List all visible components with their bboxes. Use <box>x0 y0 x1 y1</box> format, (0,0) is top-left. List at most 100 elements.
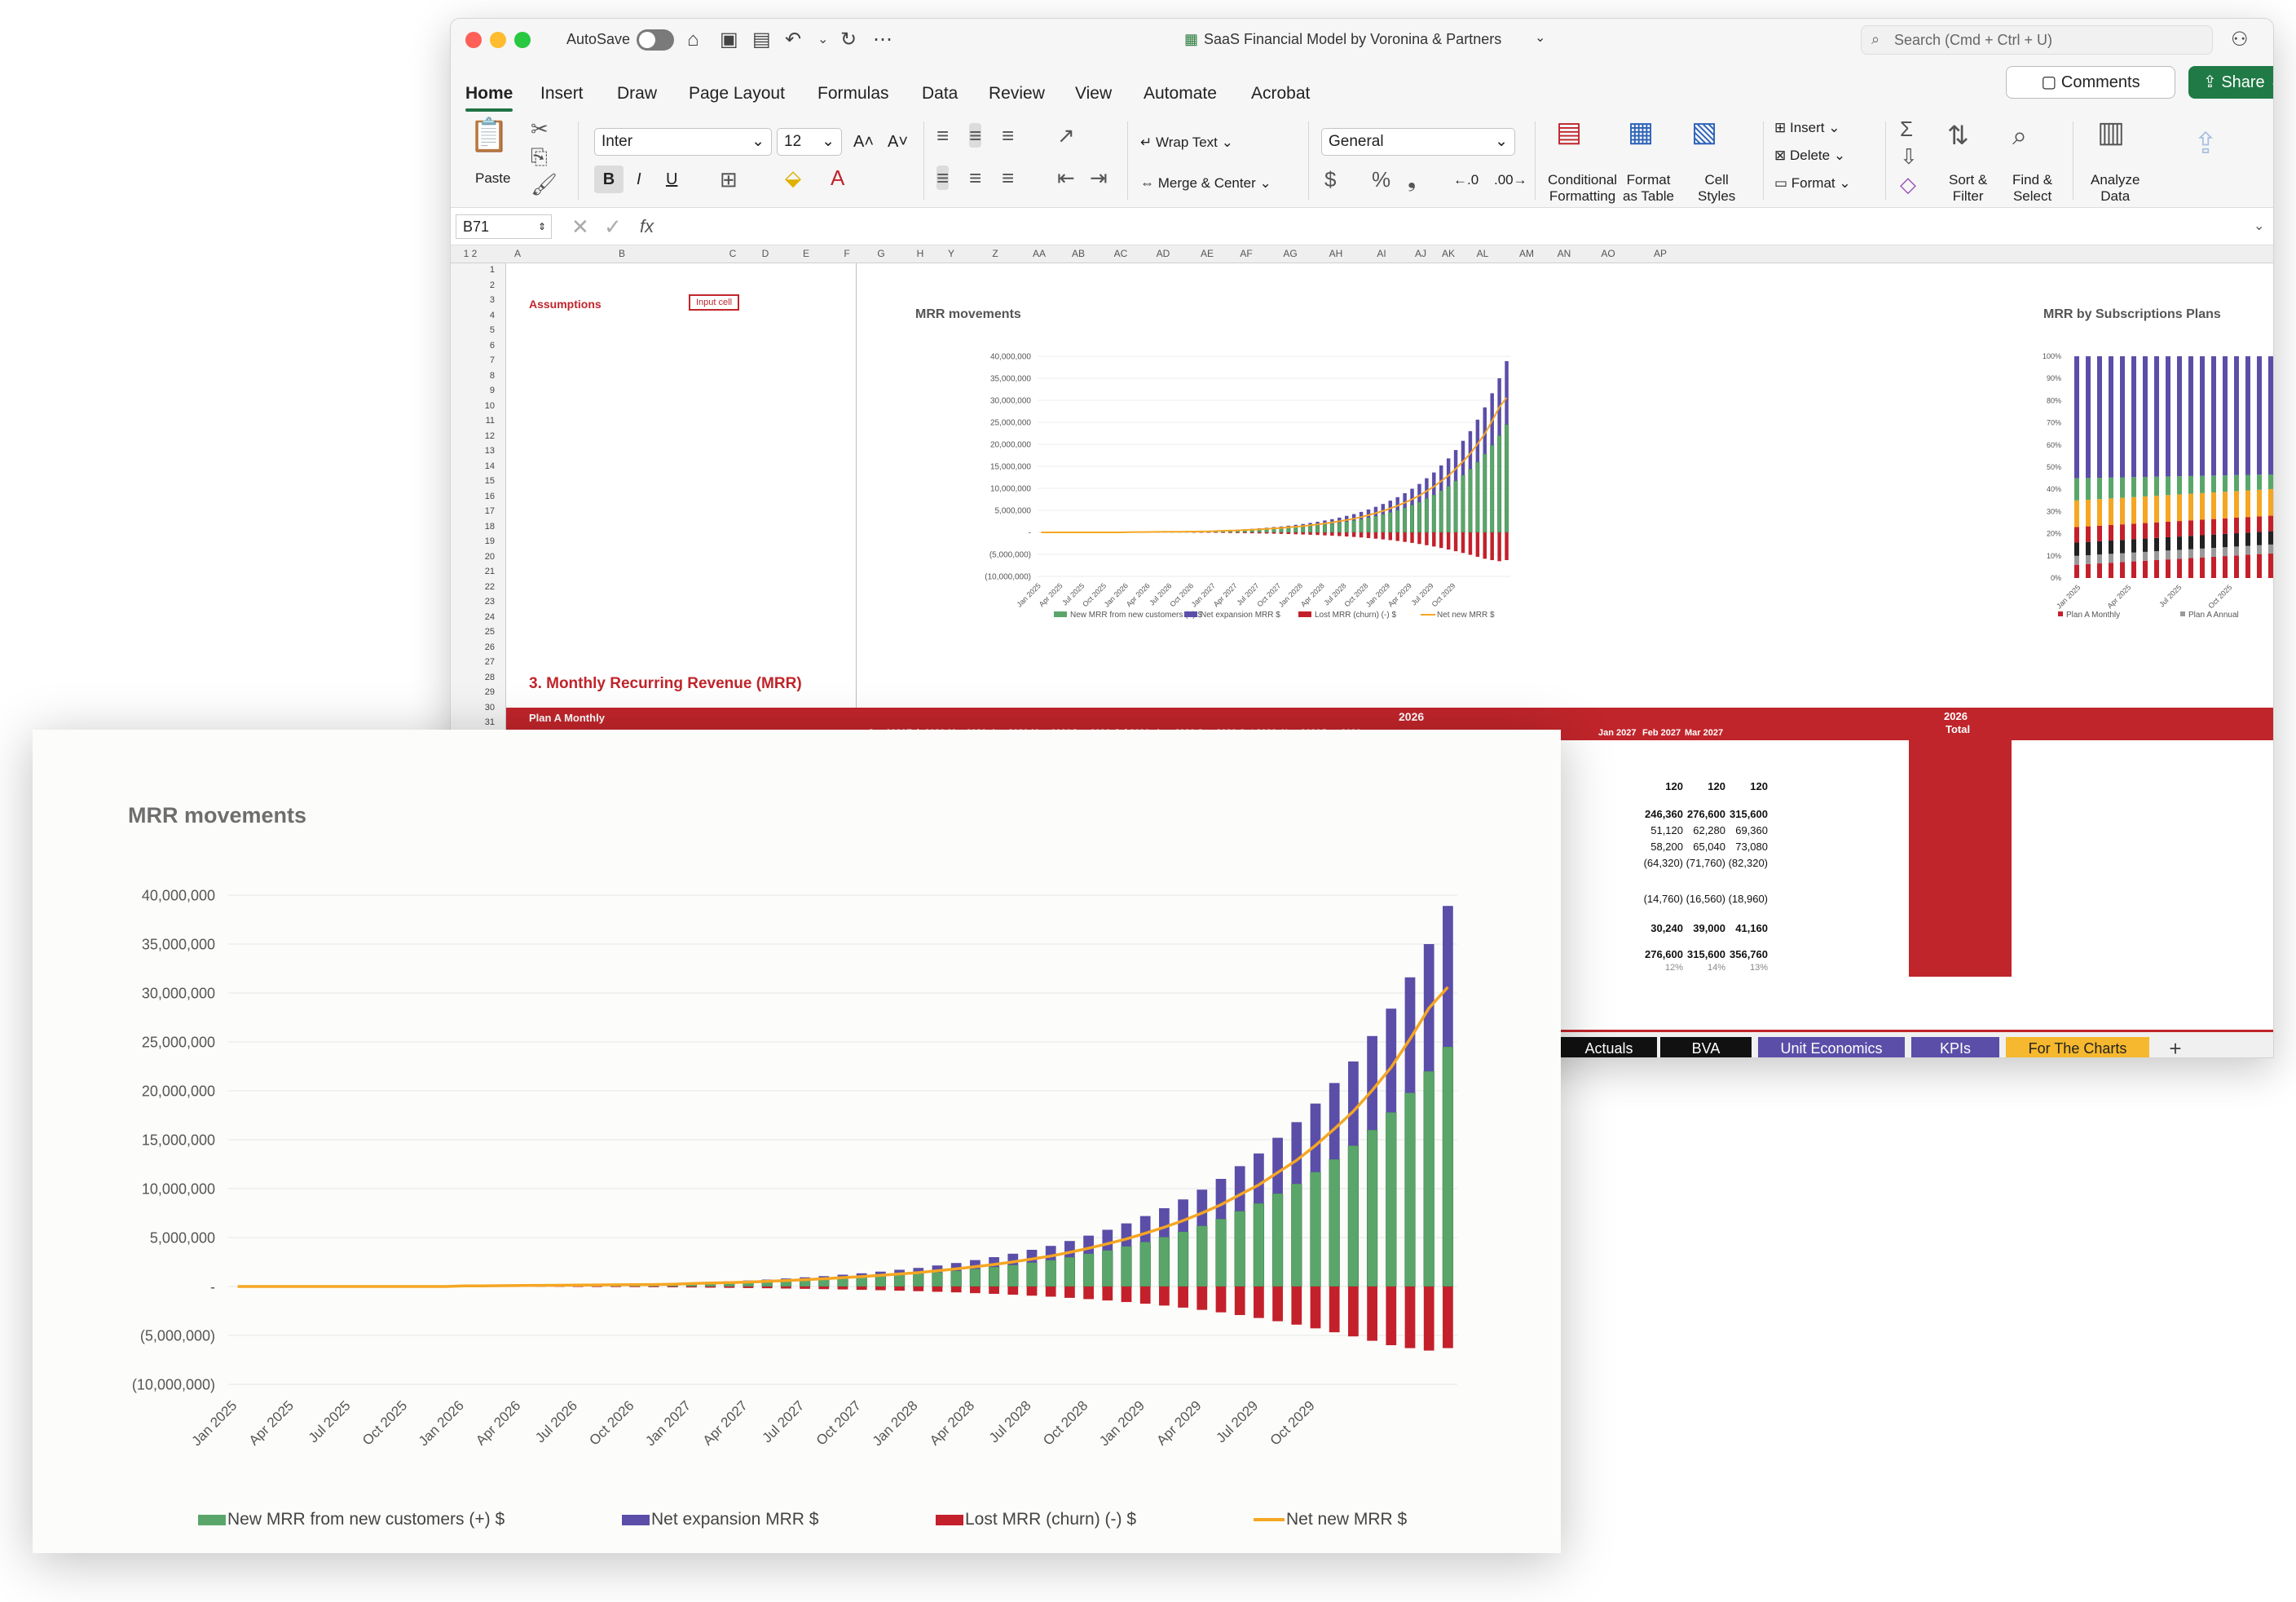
align-middle-icon[interactable]: ≡ <box>969 123 982 148</box>
fill-icon[interactable]: ⇩ <box>1900 144 1918 169</box>
autosave-toggle[interactable] <box>637 29 674 51</box>
copy-icon[interactable]: ⎘ <box>531 144 548 169</box>
save-icon[interactable]: ▣ <box>720 29 738 51</box>
increase-decimal-icon[interactable]: ←.0 <box>1453 172 1479 188</box>
mrr-movements-chart[interactable]: 40,000,000 35,000,000 30,000,000 25,000,000… <box>33 730 1561 1553</box>
tab-review[interactable]: Review <box>989 84 1045 104</box>
comments-button[interactable]: ▢ Comments <box>2006 66 2175 99</box>
tab-home[interactable]: Home <box>465 84 513 112</box>
confirm-formula-icon[interactable]: ✓ <box>604 214 622 239</box>
analyze-data-icon[interactable]: ▥ <box>2097 117 2125 147</box>
find-select-button[interactable]: Find & Select <box>2012 172 2052 205</box>
cut-icon[interactable]: ✂ <box>531 117 549 141</box>
increase-font-icon[interactable]: A˄ <box>853 133 874 152</box>
share-sheet-icon[interactable]: ⇪ <box>2193 129 2218 158</box>
tab-view[interactable]: View <box>1075 84 1112 104</box>
bar-new-mrr <box>1446 486 1451 533</box>
cell-styles-button[interactable]: Cell Styles <box>1698 172 1735 205</box>
zoom-window-button[interactable] <box>514 32 531 48</box>
tab-draw[interactable]: Draw <box>617 84 657 104</box>
number-format-select[interactable]: General ⌄ <box>1321 128 1515 156</box>
decrease-decimal-icon[interactable]: .00→ <box>1494 172 1527 188</box>
format-cells-button[interactable]: ▭ Format ⌄ <box>1774 175 1851 192</box>
undo-dropdown-icon[interactable]: ⌄ <box>817 29 828 51</box>
more-icon[interactable]: ⋯ <box>873 29 892 51</box>
bar-new-mrr <box>1215 1218 1227 1287</box>
align-top-icon[interactable]: ≡ <box>936 123 949 148</box>
autosum-icon[interactable]: Σ <box>1900 117 1913 141</box>
font-family-select[interactable]: Inter ⌄ <box>594 128 772 156</box>
merge-center-button[interactable]: ⇔ Merge & Center ⌄ <box>1140 175 1271 192</box>
decrease-font-icon[interactable]: A˅ <box>888 133 908 152</box>
insert-cells-button[interactable]: ⊞ Insert ⌄ <box>1774 120 1840 136</box>
font-size-select[interactable]: 12 ⌄ <box>777 128 842 156</box>
legend-item[interactable]: New MRR from new customers (+) $ <box>198 1510 505 1529</box>
find-select-icon[interactable]: ⌕ <box>2012 122 2027 148</box>
percent-icon[interactable]: % <box>1372 167 1390 192</box>
analyze-data-button[interactable]: Analyze Data <box>2091 172 2140 205</box>
share-button[interactable]: ⇪ Share ⌄ <box>2188 66 2273 99</box>
name-box[interactable]: B71 ⇕ <box>456 214 552 239</box>
redo-icon[interactable]: ↻ <box>840 29 857 51</box>
tab-data[interactable]: Data <box>922 84 958 104</box>
sheet-tab-unit-economics[interactable]: Unit Economics <box>1758 1037 1905 1057</box>
align-right-icon[interactable]: ≡ <box>1002 165 1014 190</box>
borders-icon[interactable]: ⊞ <box>720 167 738 192</box>
comma-style-icon[interactable]: ❟ <box>1408 167 1416 192</box>
underline-button[interactable]: U <box>666 170 677 189</box>
sort-filter-icon[interactable]: ⇅ <box>1947 122 1969 148</box>
sheet-tab-bva[interactable]: BVA <box>1660 1037 1752 1057</box>
orientation-icon[interactable]: ↗ <box>1057 123 1075 148</box>
insert-function-icon[interactable]: fx <box>640 214 654 239</box>
tab-automate[interactable]: Automate <box>1144 84 1217 104</box>
align-left-icon[interactable]: ≡ <box>936 165 950 190</box>
clear-icon[interactable]: ◇ <box>1900 172 1916 196</box>
format-painter-icon[interactable]: 🖌 <box>531 172 557 196</box>
conditional-formatting-button[interactable]: Conditional Formatting <box>1548 172 1617 205</box>
minimize-window-button[interactable] <box>490 32 506 48</box>
tab-formulas[interactable]: Formulas <box>817 84 889 104</box>
undo-icon[interactable]: ↶ <box>785 29 801 51</box>
paste-label[interactable]: Paste <box>475 170 510 187</box>
sort-filter-button[interactable]: Sort & Filter <box>1949 172 1987 205</box>
add-sheet-button[interactable]: + <box>2159 1037 2192 1057</box>
bar-new-mrr <box>1344 521 1349 533</box>
plans-chart[interactable]: 100% 90% 80% 70% 60% 50% 40% 30% 20% 10% 0%Jan 202… <box>2032 327 2274 653</box>
mini-mrr-chart[interactable]: 40,000,000 35,000,000 30,000,000 25,000,000… <box>858 327 1575 653</box>
account-icon[interactable]: ⚇ <box>2231 29 2249 51</box>
italic-button[interactable]: I <box>637 170 641 189</box>
bold-button[interactable]: B <box>594 165 624 193</box>
tab-acrobat[interactable]: Acrobat <box>1251 84 1310 104</box>
legend-item[interactable]: Net new MRR $ <box>1254 1510 1407 1529</box>
tab-insert[interactable]: Insert <box>540 84 584 104</box>
sheet-tab-for-the-charts[interactable]: For The Charts <box>2006 1037 2149 1057</box>
sheet-tab-kpis[interactable]: KPIs <box>1911 1037 1999 1057</box>
align-bottom-icon[interactable]: ≡ <box>1002 123 1014 148</box>
conditional-formatting-icon[interactable]: ▤ <box>1556 118 1582 146</box>
legend-item[interactable]: Lost MRR (churn) (-) $ <box>936 1510 1136 1529</box>
search-box[interactable]: ⌕ Search (Cmd + Ctrl + U) <box>1861 25 2213 55</box>
expand-formula-icon[interactable]: ⌄ <box>2254 214 2264 239</box>
decrease-indent-icon[interactable]: ⇤ <box>1057 165 1075 190</box>
legend-item[interactable]: Net expansion MRR $ <box>622 1510 818 1529</box>
sheet-tab-actuals[interactable]: Actuals <box>1561 1037 1657 1057</box>
fill-color-icon[interactable]: ⬙ <box>785 165 801 190</box>
font-color-icon[interactable]: A <box>831 165 844 190</box>
delete-cells-button[interactable]: ⊠ Delete ⌄ <box>1774 148 1845 164</box>
currency-icon[interactable]: $ <box>1324 167 1336 192</box>
align-center-icon[interactable]: ≡ <box>969 165 981 190</box>
save-as-icon[interactable]: ▤ <box>752 29 771 51</box>
cancel-formula-icon[interactable]: ✕ <box>571 214 589 239</box>
title-dropdown-icon[interactable]: ⌄ <box>1535 29 1545 46</box>
home-icon[interactable]: ⌂ <box>687 29 699 51</box>
tab-page-layout[interactable]: Page Layout <box>689 84 785 104</box>
outline-levels[interactable]: 1 2 <box>454 248 487 259</box>
clipboard-icon[interactable]: 📋 <box>469 119 509 152</box>
format-as-table-button[interactable]: Format as Table <box>1623 172 1674 205</box>
cell-styles-icon[interactable]: ▧ <box>1691 118 1717 146</box>
bar-new-mrr <box>1286 527 1291 533</box>
format-as-table-icon[interactable]: ▦ <box>1628 118 1654 146</box>
close-window-button[interactable] <box>465 32 482 48</box>
wrap-text-button[interactable]: ↵ Wrap Text ⌄ <box>1140 135 1233 151</box>
increase-indent-icon[interactable]: ⇥ <box>1090 165 1108 190</box>
